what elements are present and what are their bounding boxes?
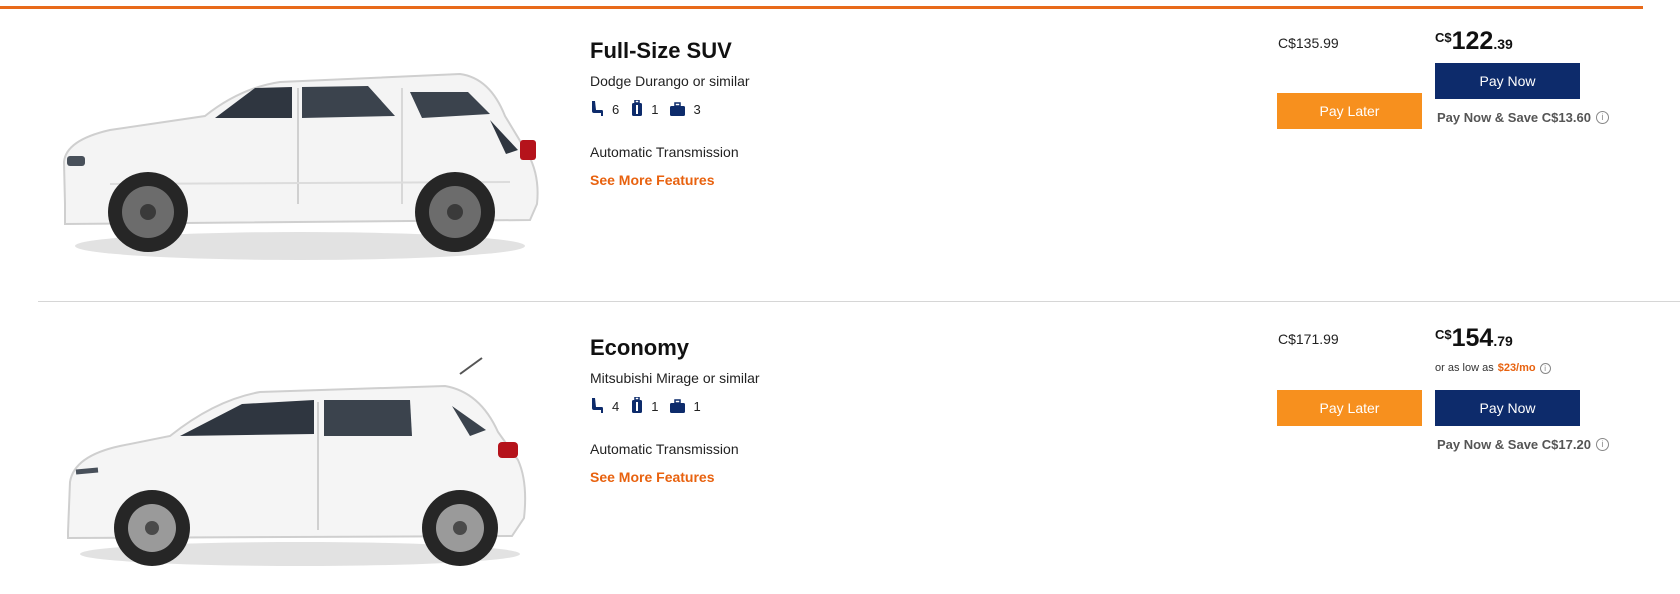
vehicle-specs: 6 1 3 xyxy=(590,99,750,119)
small-bag-count: 1 xyxy=(693,398,701,414)
small-bag-count: 3 xyxy=(693,101,701,117)
large-bag-count: 1 xyxy=(651,101,659,117)
vehicle-card: Full-Size SUV Dodge Durango or similar 6… xyxy=(0,9,1680,299)
pay-now-price: C$154.79 xyxy=(1435,324,1513,353)
info-icon[interactable]: i xyxy=(1595,111,1609,124)
seat-count: 6 xyxy=(612,101,620,117)
financing-amount[interactable]: $23/mo xyxy=(1498,362,1536,374)
info-icon[interactable]: i xyxy=(1539,362,1551,374)
briefcase-icon xyxy=(670,102,686,116)
spec-small-bags: 1 xyxy=(670,398,701,414)
transmission-label: Automatic Transmission xyxy=(590,144,739,160)
pay-now-button[interactable]: Pay Now xyxy=(1435,63,1580,99)
pay-now-price: C$122.39 xyxy=(1435,27,1513,56)
vehicle-info: Economy Mitsubishi Mirage or similar 4 1 xyxy=(590,333,760,487)
pay-now-savings: Pay Now & Save C$13.60 i xyxy=(1437,110,1609,125)
vehicle-info: Full-Size SUV Dodge Durango or similar 6… xyxy=(590,36,750,190)
vehicle-model: Mitsubishi Mirage or similar xyxy=(590,370,760,386)
spec-small-bags: 3 xyxy=(670,101,701,117)
pay-later-price: C$135.99 xyxy=(1278,35,1339,51)
pay-now-savings: Pay Now & Save C$17.20 i xyxy=(1437,437,1609,452)
vehicle-class-title: Full-Size SUV xyxy=(590,38,732,63)
vehicle-image-suv xyxy=(62,72,539,260)
suitcase-icon xyxy=(632,100,643,116)
price-cents: .79 xyxy=(1493,333,1513,349)
vehicle-specs: 4 1 1 xyxy=(590,396,760,416)
financing-note: or as low as $23/mo i xyxy=(1435,362,1551,374)
large-bag-count: 1 xyxy=(651,398,659,414)
briefcase-icon xyxy=(670,399,686,413)
financing-prefix: or as low as xyxy=(1435,362,1494,374)
vehicle-card: Economy Mitsubishi Mirage or similar 4 1 xyxy=(0,302,1680,592)
pay-later-button[interactable]: Pay Later xyxy=(1277,93,1422,129)
savings-text: Pay Now & Save C$13.60 xyxy=(1437,110,1591,125)
vehicle-model: Dodge Durango or similar xyxy=(590,73,750,89)
vehicle-image-hatchback xyxy=(67,357,527,566)
savings-text: Pay Now & Save C$17.20 xyxy=(1437,437,1591,452)
info-icon[interactable]: i xyxy=(1595,438,1609,451)
spec-seats: 6 xyxy=(590,100,619,118)
seat-count: 4 xyxy=(612,398,620,414)
price-whole: 122 xyxy=(1451,27,1494,55)
vehicle-class-title: Economy xyxy=(590,335,690,360)
seat-icon xyxy=(592,101,603,116)
price-currency: C$ xyxy=(1435,30,1452,45)
pay-now-button[interactable]: Pay Now xyxy=(1435,390,1580,426)
pay-later-button[interactable]: Pay Later xyxy=(1277,390,1422,426)
spec-large-bags: 1 xyxy=(631,397,658,415)
spec-large-bags: 1 xyxy=(631,100,658,118)
pay-later-price: C$171.99 xyxy=(1278,331,1339,347)
price-cents: .39 xyxy=(1493,36,1513,52)
transmission-label: Automatic Transmission xyxy=(590,441,739,457)
price-currency: C$ xyxy=(1435,327,1452,342)
seat-icon xyxy=(592,398,603,413)
suitcase-icon xyxy=(632,397,643,413)
see-more-features-link[interactable]: See More Features xyxy=(590,171,715,189)
see-more-features-link[interactable]: See More Features xyxy=(590,468,715,486)
price-whole: 154 xyxy=(1451,324,1494,352)
spec-seats: 4 xyxy=(590,397,619,415)
